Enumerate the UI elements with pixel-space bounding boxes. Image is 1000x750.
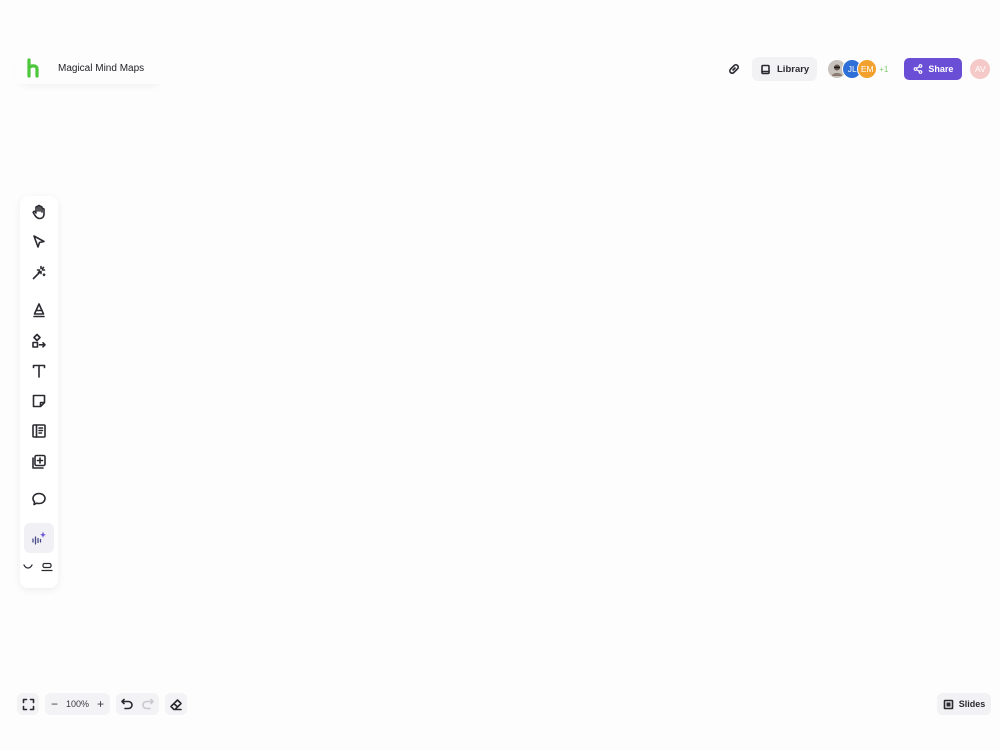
eraser-button[interactable] bbox=[165, 693, 187, 715]
collaborator-avatar[interactable]: EM bbox=[857, 59, 878, 79]
fullscreen-icon bbox=[22, 698, 34, 710]
zoom-out-button[interactable]: − bbox=[51, 698, 58, 710]
magic-wand-icon bbox=[32, 265, 46, 280]
pen-icon bbox=[33, 303, 45, 318]
user-avatar[interactable]: AV bbox=[970, 59, 991, 79]
library-icon bbox=[761, 64, 770, 74]
board-title[interactable]: Magical Mind Maps bbox=[58, 63, 144, 74]
more-collaborators-count[interactable]: +1 bbox=[879, 65, 888, 74]
add-content-tool-button[interactable] bbox=[27, 450, 51, 474]
hand-icon bbox=[32, 204, 45, 220]
select-tool-button[interactable] bbox=[27, 230, 51, 254]
library-button[interactable]: Library bbox=[752, 57, 818, 81]
magic-tool-button[interactable] bbox=[27, 261, 51, 285]
sticky-note-icon bbox=[32, 394, 46, 408]
ai-sparkle-icon bbox=[32, 531, 46, 545]
slides-button[interactable]: Slides bbox=[937, 693, 991, 715]
library-label: Library bbox=[777, 63, 810, 75]
text-tool-button[interactable] bbox=[27, 359, 51, 383]
add-content-icon bbox=[32, 454, 46, 469]
dock-icon[interactable] bbox=[40, 562, 54, 572]
left-toolbar bbox=[20, 196, 58, 588]
collaborator-avatars[interactable]: JL EM +1 bbox=[827, 59, 888, 79]
sticky-note-tool-button[interactable] bbox=[27, 389, 51, 413]
text-icon bbox=[32, 364, 46, 378]
shapes-arrow-icon bbox=[32, 333, 46, 348]
slides-icon bbox=[943, 699, 954, 709]
pen-tool-button[interactable] bbox=[27, 298, 51, 322]
link-icon bbox=[729, 64, 739, 74]
slides-label: Slides bbox=[958, 699, 986, 709]
chevron-down-icon[interactable] bbox=[22, 562, 34, 572]
share-label: Share bbox=[928, 64, 954, 74]
select-cursor-icon bbox=[33, 235, 45, 248]
comment-icon bbox=[32, 492, 46, 506]
board-header: Magical Mind Maps bbox=[16, 52, 164, 84]
ai-assistant-button[interactable] bbox=[24, 523, 54, 553]
top-right-controls: Library JL EM +1 Share AV bbox=[722, 54, 994, 84]
copy-link-button[interactable] bbox=[722, 57, 746, 81]
redo-icon[interactable] bbox=[141, 697, 155, 711]
eraser-icon bbox=[170, 699, 182, 711]
fit-to-screen-button[interactable] bbox=[17, 693, 39, 715]
zoom-controls: − 100% + bbox=[45, 693, 110, 715]
share-icon bbox=[913, 64, 923, 74]
comment-tool-button[interactable] bbox=[27, 487, 51, 511]
share-button[interactable]: Share bbox=[904, 58, 963, 80]
undo-icon[interactable] bbox=[120, 697, 134, 711]
shapes-tool-button[interactable] bbox=[27, 329, 51, 353]
hand-tool-button[interactable] bbox=[27, 200, 51, 224]
logo-icon[interactable] bbox=[24, 57, 44, 79]
template-icon bbox=[32, 424, 46, 438]
zoom-level[interactable]: 100% bbox=[66, 699, 89, 709]
template-tool-button[interactable] bbox=[27, 419, 51, 443]
zoom-in-button[interactable]: + bbox=[97, 698, 104, 710]
history-controls bbox=[116, 693, 159, 715]
